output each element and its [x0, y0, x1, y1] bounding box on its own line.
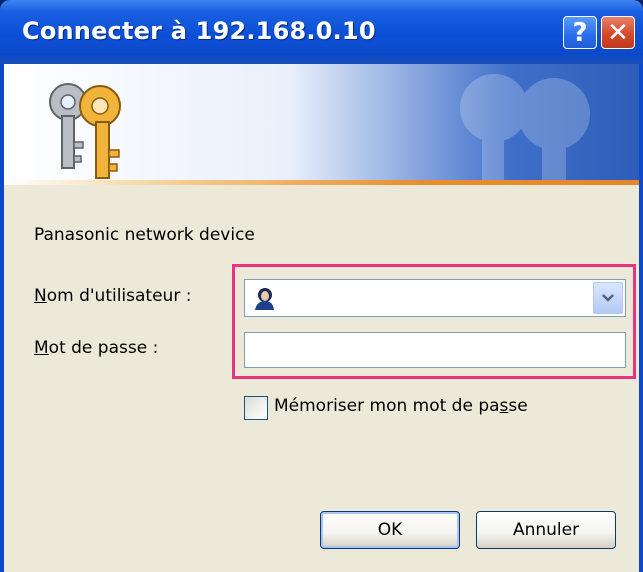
close-icon: ✕ [607, 17, 629, 48]
remember-password-label[interactable]: Mémoriser mon mot de passe [274, 396, 528, 416]
password-label: Mot de passe : [34, 338, 158, 358]
remember-label-post: se [508, 396, 528, 416]
login-dialog: Connecter à 192.168.0.10 ? ✕ Panasonic n… [0, 0, 643, 572]
title-bar[interactable]: Connecter à 192.168.0.10 ? ✕ [0, 0, 643, 64]
close-button[interactable]: ✕ [601, 16, 635, 49]
username-label: Nom d'utilisateur : [34, 286, 191, 306]
ok-button[interactable]: OK [320, 511, 460, 549]
user-icon [255, 288, 274, 310]
help-icon: ? [572, 17, 588, 48]
remember-label-pre: Mémoriser mon mot de pa [274, 396, 500, 416]
chevron-down-icon [602, 294, 614, 302]
username-label-text: om d'utilisateur : [46, 286, 192, 306]
username-combobox[interactable] [244, 279, 626, 317]
password-label-text: ot de passe : [48, 338, 159, 358]
device-name: Panasonic network device [34, 225, 255, 245]
keys-icon [49, 83, 121, 179]
dialog-body: Panasonic network device Nom d'utilisate… [4, 185, 639, 572]
remember-password-checkbox[interactable] [244, 396, 268, 420]
username-dropdown-button[interactable] [593, 282, 623, 314]
password-field[interactable] [244, 332, 626, 368]
window-title: Connecter à 192.168.0.10 [22, 17, 376, 45]
cancel-button[interactable]: Annuler [476, 511, 616, 549]
username-label-hotkey: N [34, 286, 47, 306]
keys-watermark-icon [460, 74, 590, 184]
password-label-hotkey: M [34, 338, 49, 358]
dialog-banner [4, 64, 639, 184]
help-button[interactable]: ? [563, 16, 597, 49]
window-frame-right [639, 64, 643, 572]
